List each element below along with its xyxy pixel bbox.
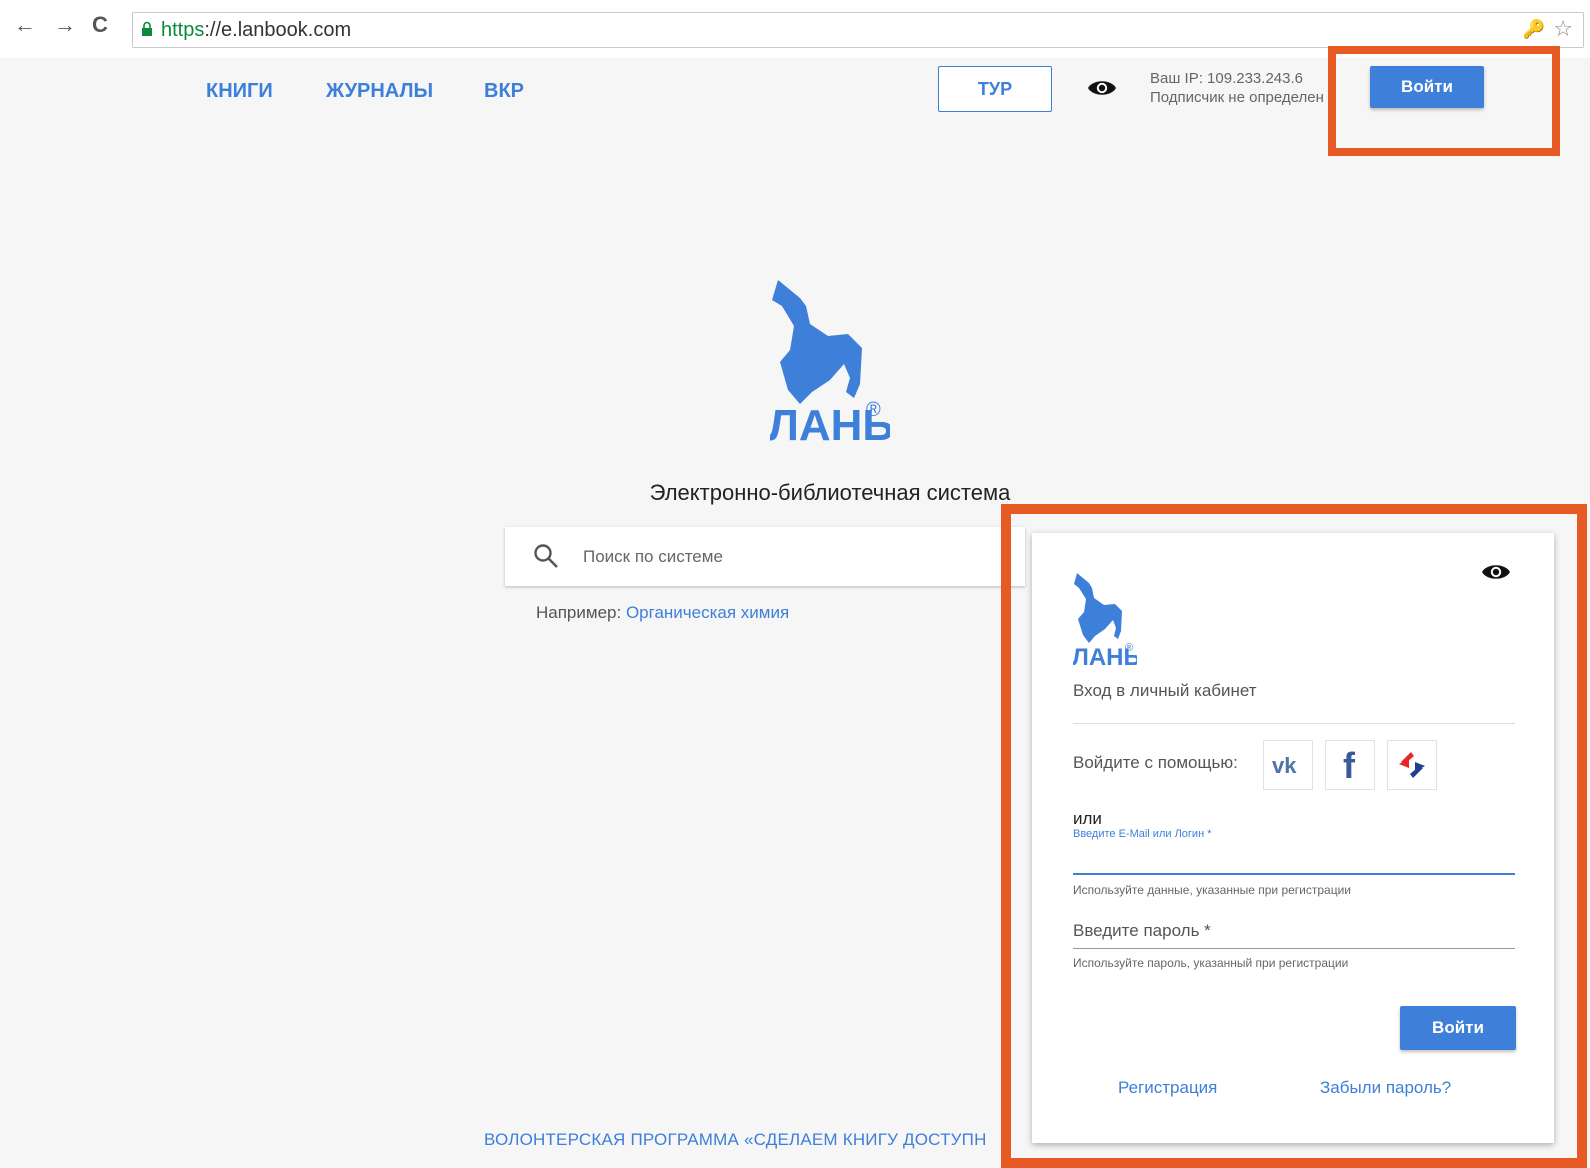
svg-text:®: ® <box>866 399 881 421</box>
site-subtitle: Электронно-библиотечная система <box>649 480 1011 505</box>
volunteer-program-link[interactable]: ВОЛОНТЕРСКАЯ ПРОГРАММА «СДЕЛАЕМ КНИГУ ДО… <box>484 1130 987 1150</box>
bookmark-star-icon[interactable]: ☆ <box>1553 16 1573 42</box>
tour-button[interactable]: ТУР <box>938 66 1052 112</box>
ip-line: Ваш IP: 109.233.243.6 <box>1150 70 1303 87</box>
search-box <box>505 527 1025 586</box>
key-icon[interactable]: 🔑 <box>1523 19 1545 40</box>
search-icon[interactable] <box>533 543 559 569</box>
url-text: https://e.lanbook.com <box>161 19 352 41</box>
nav-vkr[interactable]: ВКР <box>484 80 524 103</box>
example-link[interactable]: Органическая химия <box>626 603 789 622</box>
search-example: Например: Органическая химия <box>536 603 790 622</box>
subscriber-line: Подписчик не определен <box>1150 89 1324 106</box>
lan-logo: ЛАНЬ ® <box>770 280 890 450</box>
address-bar[interactable]: https://e.lanbook.com 🔑 ☆ <box>132 12 1584 48</box>
lock-icon <box>142 21 152 36</box>
eye-icon[interactable] <box>1087 77 1117 99</box>
forward-arrow-icon[interactable]: → <box>54 14 76 36</box>
nav-books[interactable]: КНИГИ <box>206 80 273 103</box>
ip-info: Ваш IP: 109.233.243.6 Подписчик не опред… <box>1150 69 1324 107</box>
search-input[interactable] <box>581 539 1015 575</box>
reload-icon[interactable]: C <box>92 14 108 36</box>
highlight-frame-login-dialog <box>1001 504 1587 1168</box>
back-arrow-icon[interactable]: ← <box>14 14 36 36</box>
highlight-frame-header-login <box>1328 46 1560 156</box>
nav-journals[interactable]: ЖУРНАЛЫ <box>326 80 433 103</box>
